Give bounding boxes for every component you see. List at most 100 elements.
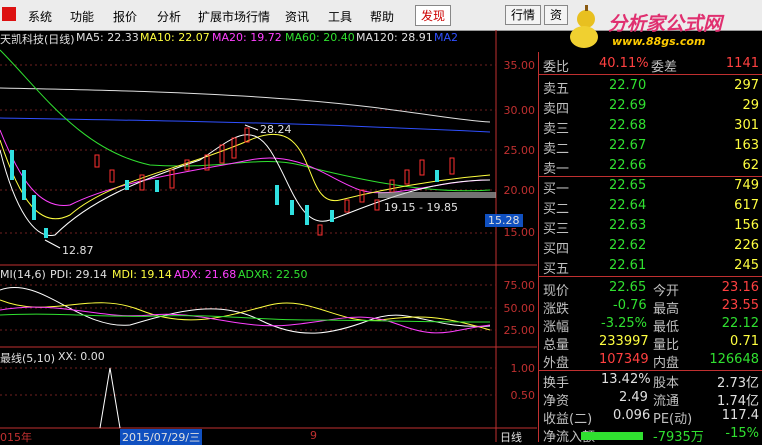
sell-1-price: 22.66 [609, 158, 647, 173]
inner-label: 内盘 [653, 356, 680, 371]
menu-ext-market[interactable]: 扩展市场行情 [198, 8, 270, 25]
menu-analysis[interactable]: 分析 [157, 8, 181, 25]
high-annotation: 28.24 [260, 123, 292, 136]
dmi-ytick-50: 50.00 [503, 302, 536, 315]
dmi-ytick-75: 75.00 [503, 279, 536, 292]
dmi-title: MI(14,6) [0, 268, 46, 281]
price-value: 22.65 [609, 280, 647, 295]
pe-value: 117.4 [721, 408, 759, 423]
stat-row-change: 涨跌 -0.76 最高 23.55 [539, 296, 762, 317]
pdi-label: PDI: 29.14 [50, 268, 108, 281]
xx-value: XX: 0.00 [58, 350, 105, 363]
buy-5-price: 22.61 [609, 258, 647, 273]
sell-1-vol: 62 [742, 158, 759, 173]
sell-3-row[interactable]: 卖三 22.68 301 [539, 116, 762, 137]
period-label[interactable]: 日线 [500, 429, 522, 445]
sell-2-vol: 163 [734, 138, 759, 153]
turnover-value: 13.42% [601, 372, 651, 387]
range-annotation: 19.15 - 19.85 [384, 201, 458, 214]
menu-discover[interactable]: 发现 [415, 5, 452, 26]
weicha-value: 1141 [725, 56, 759, 71]
xaxis-cursor-date: 2015/07/29/三 [120, 429, 203, 445]
menu-help[interactable]: 帮助 [370, 8, 394, 25]
xx-title: 最线(5,10) [0, 352, 56, 365]
change-value: -0.76 [613, 298, 647, 313]
buy-4-vol: 226 [734, 238, 759, 253]
buy-5-vol: 245 [734, 258, 759, 273]
sell-5-row[interactable]: 卖五 22.70 297 [539, 76, 762, 97]
stat-row-outer: 外盘 107349 内盘 126648 [539, 350, 762, 371]
main-chart-title: 天凯科技(日线) [0, 33, 75, 46]
netflow-bar [581, 432, 643, 440]
sell-4-row[interactable]: 卖四 22.69 29 [539, 96, 762, 117]
buy-4-row[interactable]: 买四 22.62 226 [539, 236, 762, 257]
stat-row-turnover: 换手 13.42% 股本 2.73亿 [539, 370, 762, 391]
weibi-value: 40.11% [599, 56, 649, 71]
buy-4-label: 买四 [543, 242, 570, 257]
menu-quote[interactable]: 报价 [113, 8, 137, 25]
buy-3-vol: 156 [734, 218, 759, 233]
high-value: 23.55 [721, 298, 759, 313]
brand-watermark: 分析家公式网 www.88gs.com [558, 3, 758, 49]
buy-4-price: 22.62 [609, 238, 647, 253]
sell-5-price: 22.70 [609, 78, 647, 93]
outer-label: 外盘 [543, 356, 570, 371]
sell-4-price: 22.69 [609, 98, 647, 113]
ma120-label: MA120: 28.91 [356, 31, 433, 44]
buy-1-vol: 749 [734, 178, 759, 193]
buy-2-row[interactable]: 买二 22.64 617 [539, 196, 762, 217]
ytick-20: 20.00 [503, 184, 536, 197]
ytick-25: 25.00 [503, 144, 536, 157]
brand-title: 分析家公式网 [608, 13, 723, 35]
buy-5-row[interactable]: 买五 22.61 245 [539, 256, 762, 277]
sell-3-label: 卖三 [543, 122, 570, 137]
menu-news[interactable]: 资讯 [285, 8, 309, 25]
ma60-label: MA60: 20.40 [285, 31, 355, 44]
xaxis-nine: 9 [310, 429, 317, 442]
weibi-label: 委比 [543, 60, 570, 75]
xaxis-year: 015年 [0, 431, 32, 444]
sell-3-vol: 301 [734, 118, 759, 133]
xx-ytick-05: 0.50 [510, 389, 536, 402]
quote-panel: 委比 40.11% 委差 1141 卖五 22.70 297 卖四 22.69 … [538, 52, 762, 445]
stat-row-netasset: 净资 2.49 流通 1.74亿 [539, 388, 762, 409]
sell-2-label: 卖二 [543, 142, 570, 157]
menu-tools[interactable]: 工具 [328, 8, 352, 25]
sell-2-row[interactable]: 卖二 22.67 163 [539, 136, 762, 157]
menu-system[interactable]: 系统 [28, 8, 52, 25]
stat-row-volume: 总量 233997 量比 0.71 [539, 332, 762, 353]
app-logo-icon [2, 7, 16, 21]
sell-3-price: 22.68 [609, 118, 647, 133]
market-button[interactable]: 行情 [505, 5, 542, 25]
buy-2-price: 22.64 [609, 198, 647, 213]
outer-value: 107349 [599, 352, 649, 367]
mdi-label: MDI: 19.14 [112, 268, 172, 281]
stat-row-eps: 收益(二) 0.096 PE(动) 117.4 [539, 406, 762, 427]
ma10-label: MA10: 22.07 [140, 31, 210, 44]
chart-area[interactable]: 天凯科技(日线) MA5: 22.33 MA10: 22.07 MA20: 19… [0, 30, 537, 445]
menu-function[interactable]: 功能 [70, 8, 94, 25]
weicha-label: 委差 [651, 60, 678, 75]
sell-4-vol: 29 [742, 98, 759, 113]
chart-canvas [0, 30, 537, 442]
buy-3-row[interactable]: 买三 22.63 156 [539, 216, 762, 237]
stat-row-pct: 涨幅 -3.25% 最低 22.12 [539, 314, 762, 335]
sell-5-vol: 297 [734, 78, 759, 93]
open-value: 23.16 [721, 280, 759, 295]
xx-ytick-1: 1.00 [510, 362, 536, 375]
buy-3-price: 22.63 [609, 218, 647, 233]
netflow-pct: -15% [725, 426, 759, 441]
ytick-15: 15.00 [503, 226, 536, 239]
sell-1-row[interactable]: 卖一 22.66 62 [539, 156, 762, 177]
buy-1-label: 买一 [543, 182, 570, 197]
sell-4-label: 卖四 [543, 102, 570, 117]
low-annotation: 12.87 [62, 244, 94, 257]
volume-value: 233997 [599, 334, 649, 349]
ma5-label: MA5: 22.33 [76, 31, 139, 44]
sell-5-label: 卖五 [543, 82, 570, 97]
buy-1-row[interactable]: 买一 22.65 749 [539, 176, 762, 197]
buy-3-label: 买三 [543, 222, 570, 237]
buy-1-price: 22.65 [609, 178, 647, 193]
ma2-label: MA2 [434, 31, 459, 44]
low-value: 22.12 [721, 316, 759, 331]
